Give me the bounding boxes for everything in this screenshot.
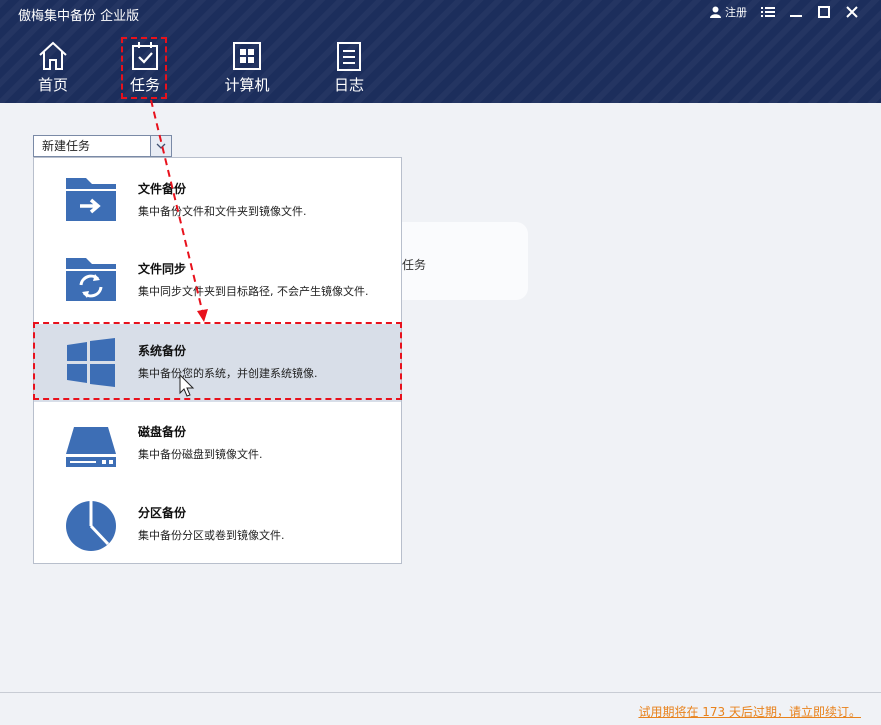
menu-item-desc: 集中备份文件和文件夹到镜像文件. [138,205,307,218]
folder-sync-icon [66,258,116,301]
close-icon [846,6,858,18]
nav-task-label: 任务 [129,76,160,94]
folder-arrow-icon [66,178,116,221]
minimize-icon [790,15,802,17]
home-icon [39,41,67,70]
chevron-down-icon [156,143,166,149]
window-controls: 注册 [710,4,859,20]
menu-item-title: 系统备份 [138,344,187,358]
user-icon [710,6,721,18]
menu-item-title: 分区备份 [138,506,187,520]
partition-pie-icon [66,501,116,551]
register-label: 注册 [725,6,747,19]
new-task-label: 新建任务 [42,139,91,153]
disk-drive-icon [66,427,116,467]
close-button[interactable] [845,4,859,20]
menu-icon [761,7,775,17]
menu-item-title: 文件备份 [138,182,187,196]
menu-item-partition-backup[interactable]: 分区备份 集中备份分区或卷到镜像文件. [34,486,401,564]
log-document-icon [337,42,361,71]
maximize-icon [818,6,830,18]
maximize-button[interactable] [817,4,831,20]
new-task-dropdown-arrow[interactable] [150,136,171,156]
task-calendar-icon [132,42,158,70]
menu-item-title: 磁盘备份 [138,425,187,439]
menu-item-desc: 集中备份分区或卷到镜像文件. [138,529,285,542]
nav-computer[interactable]: 计算机 [217,40,277,98]
nav-home-label: 首页 [37,76,68,94]
trial-renew-link[interactable]: 试用期将在 173 天后过期，请立即续订。 [638,703,861,720]
menu-item-desc: 集中同步文件夹到目标路径, 不会产生镜像文件. [138,285,369,298]
register-button[interactable]: 注册 [710,4,747,20]
app-title: 傲梅集中备份 企业版 [18,9,140,24]
menu-button[interactable] [761,4,775,20]
windows-logo-icon [67,338,115,387]
footer-divider [0,692,881,693]
nav-computer-label: 计算机 [224,76,270,94]
menu-item-file-sync[interactable]: 文件同步 集中同步文件夹到目标路径, 不会产生镜像文件. [34,242,401,320]
nav-task[interactable]: 任务 [115,40,175,98]
menu-item-desc: 集中备份磁盘到镜像文件. [138,448,263,461]
menu-item-file-backup[interactable]: 文件备份 集中备份文件和文件夹到镜像文件. [34,162,401,240]
computer-windows-icon [233,42,261,70]
title-bar: 傲梅集中备份 企业版 注册 首页 任务 计算机 日志 [0,0,881,103]
nav-log-label: 日志 [333,76,364,94]
menu-item-desc: 集中备份您的系统，并创建系统镜像. [138,367,318,380]
menu-item-disk-backup[interactable]: 磁盘备份 集中备份磁盘到镜像文件. [34,405,401,483]
task-type-menu: 文件备份 集中备份文件和文件夹到镜像文件. 文件同步 集中同步文件夹到目标路径,… [33,157,402,564]
new-task-dropdown[interactable]: 新建任务 [33,135,172,157]
nav-log[interactable]: 日志 [319,40,379,98]
background-task-card-text: 任务 [402,258,427,272]
nav-home[interactable]: 首页 [23,40,83,98]
menu-item-title: 文件同步 [138,262,187,276]
minimize-button[interactable] [789,4,803,20]
menu-item-system-backup[interactable]: 系统备份 集中备份您的系统，并创建系统镜像. [34,324,401,402]
